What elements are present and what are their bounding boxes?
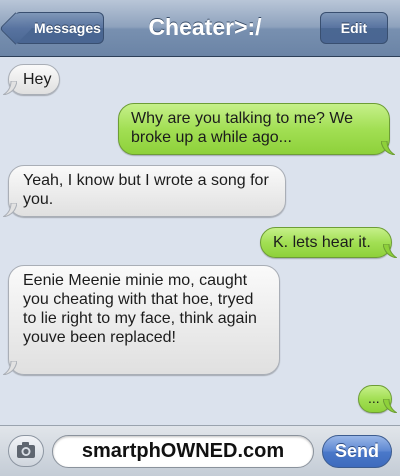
message-text: Yeah, I know but I wrote a song for you. [23, 172, 269, 208]
bubble-tail-icon [383, 244, 397, 258]
message-bubble-outgoing: ... [358, 385, 397, 413]
bubble-tail-icon [3, 81, 17, 95]
message-bubble-outgoing: Why are you talking to me? We broke up a… [118, 103, 395, 155]
message-bubble-incoming: Hey [3, 64, 60, 95]
bubble-tail-icon [381, 141, 395, 155]
bubble-tail-icon [383, 399, 397, 413]
message-bubble-incoming: Yeah, I know but I wrote a song for you. [3, 165, 286, 217]
message-text: K. lets hear it. [273, 234, 371, 251]
message-text: Why are you talking to me? We broke up a… [131, 110, 354, 146]
navigation-bar: Messages Cheater>:/ Edit [0, 0, 400, 57]
conversation-title: Cheater>:/ [148, 14, 262, 40]
message-text: Eenie Meenie minie mo, caught you cheati… [23, 272, 257, 346]
message-input[interactable]: smartphOWNED.com [52, 435, 314, 468]
message-composer-bar: smartphOWNED.com Send [0, 425, 400, 476]
back-button-label: Messages [34, 20, 101, 36]
message-bubble-outgoing: K. lets hear it. [260, 227, 397, 258]
camera-button[interactable] [8, 435, 44, 467]
message-text: Hey [23, 71, 52, 88]
back-button-messages[interactable]: Messages [14, 12, 104, 44]
message-text: ... [368, 390, 380, 406]
message-bubble-incoming: Eenie Meenie minie mo, caught you cheati… [3, 265, 280, 375]
bubble-tail-icon [3, 361, 17, 375]
camera-icon [17, 442, 35, 458]
send-button[interactable]: Send [322, 435, 392, 468]
edit-button[interactable]: Edit [320, 12, 388, 44]
bubble-tail-icon [3, 203, 17, 217]
